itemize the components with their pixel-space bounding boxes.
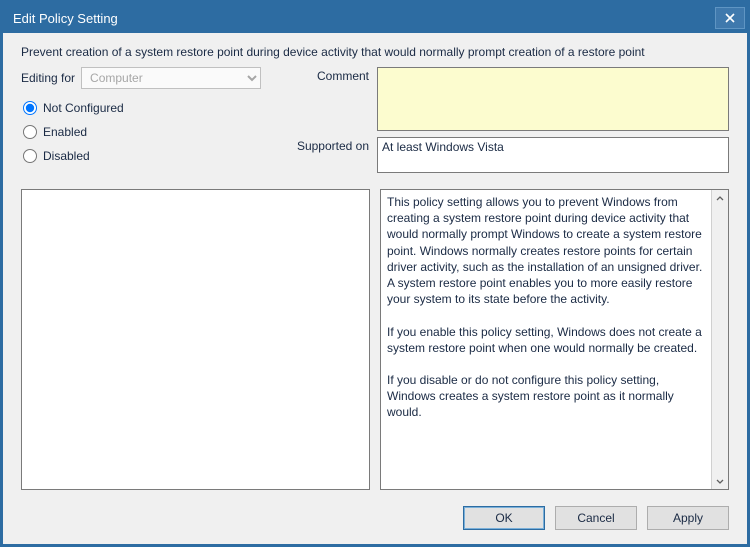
comment-label: Comment (285, 67, 369, 83)
radio-not-configured-label: Not Configured (43, 101, 124, 115)
radio-not-configured[interactable]: Not Configured (23, 101, 261, 115)
description-panel: This policy setting allows you to preven… (380, 189, 729, 490)
comment-input[interactable] (377, 67, 729, 131)
radio-disabled-label: Disabled (43, 149, 90, 163)
supported-on-field (377, 137, 729, 173)
radio-disabled-input[interactable] (23, 149, 37, 163)
window-title: Edit Policy Setting (13, 11, 715, 26)
apply-button[interactable]: Apply (647, 506, 729, 530)
radio-disabled[interactable]: Disabled (23, 149, 261, 163)
radio-enabled-label: Enabled (43, 125, 87, 139)
upper-section: Editing for Computer Not Configured Enab… (21, 67, 729, 173)
dialog-content: Prevent creation of a system restore poi… (3, 33, 747, 544)
lower-section: This policy setting allows you to preven… (21, 189, 729, 490)
edit-policy-window: Edit Policy Setting Prevent creation of … (0, 0, 750, 547)
description-scrollbar[interactable] (711, 190, 728, 489)
dialog-button-row: OK Cancel Apply (21, 506, 729, 530)
radio-enabled-input[interactable] (23, 125, 37, 139)
state-radio-group: Not Configured Enabled Disabled (23, 101, 261, 163)
scroll-up-button[interactable] (712, 190, 728, 207)
cancel-button[interactable]: Cancel (555, 506, 637, 530)
editing-for-label: Editing for (21, 71, 75, 85)
close-icon (725, 13, 735, 23)
supported-on-label: Supported on (285, 137, 369, 153)
chevron-down-icon (716, 477, 724, 485)
scroll-down-button[interactable] (712, 472, 728, 489)
ok-button[interactable]: OK (463, 506, 545, 530)
editing-for-select[interactable]: Computer (81, 67, 261, 89)
radio-enabled[interactable]: Enabled (23, 125, 261, 139)
radio-not-configured-input[interactable] (23, 101, 37, 115)
close-button[interactable] (715, 7, 745, 29)
titlebar[interactable]: Edit Policy Setting (3, 3, 747, 33)
policy-name: Prevent creation of a system restore poi… (21, 45, 729, 59)
options-panel (21, 189, 370, 490)
description-text: This policy setting allows you to preven… (381, 190, 711, 489)
chevron-up-icon (716, 195, 724, 203)
